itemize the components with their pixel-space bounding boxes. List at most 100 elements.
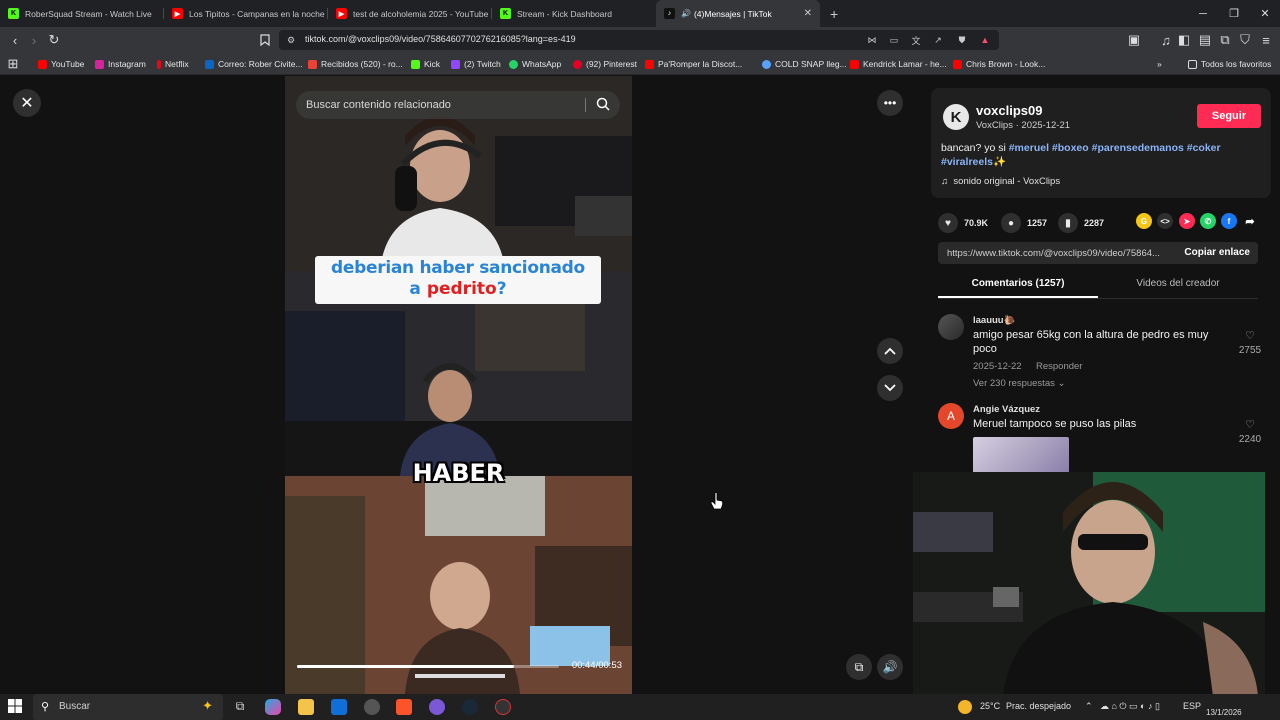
- brave-icon[interactable]: [396, 699, 412, 715]
- tab-creator-videos[interactable]: Videos del creador: [1098, 278, 1258, 289]
- bookmark-pinterest[interactable]: (92) Pinterest: [573, 57, 637, 71]
- hashtag-link[interactable]: #coker: [1187, 142, 1221, 154]
- weather-temp[interactable]: 25°C: [980, 701, 1000, 711]
- brave-shield-icon[interactable]: ⛊: [955, 34, 969, 46]
- split-view-icon[interactable]: ◧: [1175, 31, 1193, 49]
- creator-avatar[interactable]: K: [943, 104, 969, 130]
- menu-icon[interactable]: ≡: [1257, 31, 1275, 49]
- bookmark-correo[interactable]: Correo: Rober Civite...: [205, 57, 303, 71]
- store-icon[interactable]: [331, 699, 347, 715]
- comment-username[interactable]: Angie Vázquez: [973, 404, 1040, 415]
- hashtag-link[interactable]: #boxeo: [1052, 142, 1089, 154]
- browser-tab-3[interactable]: ▶ test de alcoholemia 2025 - YouTube: [328, 0, 492, 27]
- translate-icon[interactable]: 文: [909, 34, 923, 46]
- browser-tab-1[interactable]: K RoberSquad Stream - Watch Live: [0, 0, 164, 27]
- browser-tab-4[interactable]: K Stream - Kick Dashboard: [492, 0, 656, 27]
- close-tab-icon[interactable]: ✕: [804, 8, 812, 19]
- creator-username[interactable]: voxclips09: [976, 103, 1043, 118]
- extensions-icon[interactable]: ⧉: [1216, 31, 1234, 49]
- tray-chevron-icon[interactable]: ⌃: [1085, 701, 1093, 712]
- whatsapp-share-icon[interactable]: ✆: [1200, 213, 1216, 229]
- obs-icon[interactable]: [495, 699, 511, 715]
- bookmark-youtube[interactable]: YouTube: [38, 57, 84, 71]
- url-text[interactable]: tiktok.com/@voxclips09/video/75864607702…: [305, 34, 576, 44]
- window-close-icon[interactable]: ✕: [1249, 0, 1280, 27]
- video-link-text[interactable]: https://www.tiktok.com/@voxclips09/video…: [947, 248, 1167, 259]
- forward-icon[interactable]: ›: [25, 31, 43, 49]
- tray-icons[interactable]: ☁ ⌂ ⏻ ▭ ◐ ♪ ▯: [1100, 701, 1160, 712]
- back-icon[interactable]: ‹: [6, 31, 24, 49]
- send-icon[interactable]: ➤: [1179, 213, 1195, 229]
- more-bookmarks-icon[interactable]: »: [1157, 57, 1162, 71]
- follow-button[interactable]: Seguir: [1197, 104, 1261, 128]
- related-search-input[interactable]: Buscar contenido relacionado: [296, 91, 620, 119]
- cast-icon[interactable]: ▭: [887, 34, 901, 46]
- bookmark-page-icon[interactable]: [256, 31, 274, 49]
- comment-button[interactable]: ● 1257: [1001, 213, 1047, 233]
- taskbar-date[interactable]: 13/1/2026: [1206, 708, 1242, 717]
- video-player[interactable]: Buscar contenido relacionado deberian ha…: [285, 76, 632, 694]
- comment-like-icon[interactable]: ♡: [1235, 418, 1265, 431]
- comment-username[interactable]: laauuu🐌: [973, 315, 1015, 326]
- bookmark-gmail[interactable]: Recibidos (520) - ro...: [308, 57, 403, 71]
- bookmark-chrisbrown[interactable]: Chris Brown - Look...: [953, 57, 1045, 71]
- copilot-icon[interactable]: [265, 699, 281, 715]
- search-icon[interactable]: [596, 97, 610, 111]
- repost-icon[interactable]: G: [1136, 213, 1152, 229]
- comment-image[interactable]: [973, 437, 1069, 473]
- discord-icon[interactable]: [429, 699, 445, 715]
- view-replies-button[interactable]: Ver 230 respuestas ⌄: [973, 378, 1065, 389]
- bookmark-netflix[interactable]: Netflix: [157, 57, 189, 71]
- weather-desc[interactable]: Prac. despejado: [1006, 701, 1071, 711]
- tab-comments[interactable]: Comentarios (1257): [938, 278, 1098, 289]
- next-video-icon[interactable]: [877, 375, 903, 401]
- comment-avatar[interactable]: [938, 314, 964, 340]
- bookmark-coldsnap[interactable]: COLD SNAP lleg...: [762, 57, 847, 71]
- reload-icon[interactable]: ↻: [45, 31, 63, 49]
- comment-like-icon[interactable]: ♡: [1235, 329, 1265, 342]
- bookmark-paromper[interactable]: Pa'Romper la Discot...: [645, 57, 742, 71]
- steam-icon[interactable]: [462, 699, 478, 715]
- like-button[interactable]: ♥ 70.9K: [938, 213, 988, 233]
- vpn-icon[interactable]: ⛉: [1236, 31, 1254, 49]
- task-view-icon[interactable]: ⧉: [232, 699, 248, 715]
- hashtag-link[interactable]: #meruel: [1009, 142, 1049, 154]
- reader-icon[interactable]: ⋈: [865, 34, 879, 46]
- floating-player-icon[interactable]: ⧉: [846, 654, 872, 680]
- media-icon[interactable]: ♫: [1157, 31, 1175, 49]
- bookmark-kick[interactable]: Kick: [411, 57, 440, 71]
- address-bar[interactable]: ⚙ tiktok.com/@voxclips09/video/758646077…: [279, 30, 999, 50]
- restore-icon[interactable]: ❐: [1218, 0, 1250, 27]
- facebook-share-icon[interactable]: f: [1221, 213, 1237, 229]
- close-video-button[interactable]: ✕: [13, 89, 41, 117]
- bookmark-whatsapp[interactable]: WhatsApp: [509, 57, 561, 71]
- embed-icon[interactable]: <>: [1157, 213, 1173, 229]
- copy-link-button[interactable]: Copiar enlace: [1184, 247, 1250, 258]
- comment-avatar[interactable]: A: [938, 403, 964, 429]
- save-button[interactable]: ▮ 2287: [1058, 213, 1104, 233]
- hashtag-link[interactable]: #parensedemanos: [1092, 142, 1184, 154]
- taskbar-search[interactable]: ⚲ Buscar ✦: [33, 694, 223, 720]
- site-info-icon[interactable]: ⚙: [284, 34, 298, 46]
- new-tab-button[interactable]: +: [820, 0, 848, 27]
- more-options-icon[interactable]: •••: [877, 90, 903, 116]
- windows-start-icon[interactable]: [8, 699, 24, 715]
- all-bookmarks[interactable]: Todos los favoritos: [1188, 57, 1271, 71]
- bookmark-instagram[interactable]: Instagram: [95, 57, 146, 71]
- video-progress-bar[interactable]: [297, 665, 559, 668]
- sidebar-toggle-icon[interactable]: ▣: [1125, 31, 1143, 49]
- bookmark-kendrick[interactable]: Kendrick Lamar - he...: [850, 57, 947, 71]
- browser-tab-5-active[interactable]: ♪ 🔊 (4)Mensajes | TikTok ✕: [656, 0, 820, 27]
- previous-video-icon[interactable]: [877, 338, 903, 364]
- reply-button[interactable]: Responder: [1036, 361, 1082, 372]
- browser-tab-2[interactable]: ▶ Los Tipitos - Campanas en la noche (: [164, 0, 328, 27]
- apps-grid-icon[interactable]: ⊞: [4, 55, 22, 73]
- volume-icon[interactable]: 🔊: [877, 654, 903, 680]
- share-page-icon[interactable]: ↗: [931, 34, 945, 46]
- language-indicator[interactable]: ESP: [1183, 701, 1201, 711]
- app-icon[interactable]: [364, 699, 380, 715]
- minimize-icon[interactable]: ─: [1187, 0, 1219, 27]
- wallet-icon[interactable]: ▤: [1196, 31, 1214, 49]
- share-more-icon[interactable]: ➦: [1242, 213, 1258, 229]
- bookmark-twitch[interactable]: (2) Twitch: [451, 57, 501, 71]
